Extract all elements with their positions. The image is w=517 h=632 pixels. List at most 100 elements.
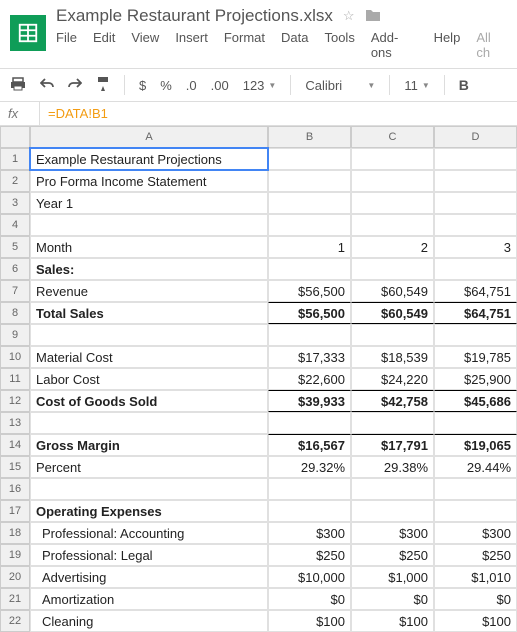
cell[interactable]: $100 — [351, 610, 434, 632]
cell[interactable]: $0 — [434, 588, 517, 610]
row-header[interactable]: 1 — [0, 148, 30, 170]
formula-bar[interactable]: =DATA!B1 — [40, 102, 116, 125]
cell[interactable] — [434, 412, 517, 434]
select-all-corner[interactable] — [0, 126, 30, 148]
row-header[interactable]: 14 — [0, 434, 30, 456]
cell[interactable]: $42,758 — [351, 390, 434, 412]
cell[interactable]: $17,791 — [351, 434, 434, 456]
cell[interactable]: $250 — [434, 544, 517, 566]
cell[interactable] — [434, 192, 517, 214]
cell[interactable]: 3 — [434, 236, 517, 258]
cell[interactable] — [434, 148, 517, 170]
font-size-dropdown[interactable]: 11▼ — [404, 78, 429, 93]
decrease-decimal-button[interactable]: .0 — [186, 78, 197, 93]
cell[interactable]: Amortization — [30, 588, 268, 610]
cell[interactable]: $300 — [351, 522, 434, 544]
cell[interactable]: Example Restaurant Projections — [30, 148, 268, 170]
cell[interactable]: Advertising — [30, 566, 268, 588]
cell[interactable]: 29.44% — [434, 456, 517, 478]
row-header[interactable]: 5 — [0, 236, 30, 258]
cell[interactable]: Total Sales — [30, 302, 268, 324]
cell[interactable]: 29.38% — [351, 456, 434, 478]
cell[interactable] — [351, 500, 434, 522]
cell[interactable] — [268, 258, 351, 280]
cell[interactable]: Sales: — [30, 258, 268, 280]
cell[interactable] — [30, 214, 268, 236]
cell[interactable]: $250 — [268, 544, 351, 566]
cell[interactable] — [268, 170, 351, 192]
currency-button[interactable]: $ — [139, 78, 146, 93]
cell[interactable]: Percent — [30, 456, 268, 478]
row-header[interactable]: 19 — [0, 544, 30, 566]
cell[interactable] — [434, 478, 517, 500]
cell[interactable]: $17,333 — [268, 346, 351, 368]
row-header[interactable]: 15 — [0, 456, 30, 478]
cell[interactable] — [434, 170, 517, 192]
cell[interactable]: $300 — [268, 522, 351, 544]
row-header[interactable]: 13 — [0, 412, 30, 434]
cell[interactable]: 1 — [268, 236, 351, 258]
cell[interactable] — [351, 192, 434, 214]
cell[interactable]: $25,900 — [434, 368, 517, 390]
row-header[interactable]: 12 — [0, 390, 30, 412]
cell[interactable] — [268, 192, 351, 214]
menu-addons[interactable]: Add-ons — [371, 30, 418, 60]
col-header-d[interactable]: D — [434, 126, 517, 148]
cell[interactable]: $16,567 — [268, 434, 351, 456]
cell[interactable]: 29.32% — [268, 456, 351, 478]
increase-decimal-button[interactable]: .00 — [211, 78, 229, 93]
cell[interactable]: Month — [30, 236, 268, 258]
cell[interactable]: Operating Expenses — [30, 500, 268, 522]
cell[interactable] — [351, 214, 434, 236]
paint-format-icon[interactable] — [96, 76, 110, 95]
cell[interactable]: $1,000 — [351, 566, 434, 588]
cell[interactable]: Labor Cost — [30, 368, 268, 390]
cell[interactable]: $19,785 — [434, 346, 517, 368]
cell[interactable] — [434, 500, 517, 522]
star-icon[interactable]: ☆ — [343, 8, 355, 24]
col-header-c[interactable]: C — [351, 126, 434, 148]
row-header[interactable]: 7 — [0, 280, 30, 302]
cell[interactable]: $24,220 — [351, 368, 434, 390]
row-header[interactable]: 10 — [0, 346, 30, 368]
cell[interactable]: $56,500 — [268, 302, 351, 324]
cell[interactable]: $1,010 — [434, 566, 517, 588]
cell[interactable]: $64,751 — [434, 280, 517, 302]
cell[interactable]: Cost of Goods Sold — [30, 390, 268, 412]
undo-icon[interactable] — [40, 78, 54, 93]
cell[interactable] — [434, 324, 517, 346]
menu-all-changes[interactable]: All ch — [476, 30, 507, 60]
cell[interactable] — [30, 324, 268, 346]
row-header[interactable]: 17 — [0, 500, 30, 522]
cell[interactable]: $100 — [434, 610, 517, 632]
document-title[interactable]: Example Restaurant Projections.xlsx — [56, 6, 333, 26]
cell[interactable] — [351, 324, 434, 346]
row-header[interactable]: 6 — [0, 258, 30, 280]
cell[interactable]: 2 — [351, 236, 434, 258]
menu-view[interactable]: View — [131, 30, 159, 60]
cell[interactable] — [434, 258, 517, 280]
cell[interactable] — [268, 324, 351, 346]
cell[interactable]: $60,549 — [351, 302, 434, 324]
cell[interactable] — [268, 412, 351, 434]
redo-icon[interactable] — [68, 78, 82, 93]
row-header[interactable]: 18 — [0, 522, 30, 544]
row-header[interactable]: 8 — [0, 302, 30, 324]
menu-format[interactable]: Format — [224, 30, 265, 60]
cell[interactable] — [434, 214, 517, 236]
row-header[interactable]: 3 — [0, 192, 30, 214]
cell[interactable]: Year 1 — [30, 192, 268, 214]
cell[interactable]: Professional: Legal — [30, 544, 268, 566]
percent-button[interactable]: % — [160, 78, 172, 93]
cell[interactable]: $64,751 — [434, 302, 517, 324]
row-header[interactable]: 4 — [0, 214, 30, 236]
menu-insert[interactable]: Insert — [175, 30, 208, 60]
cell[interactable]: Gross Margin — [30, 434, 268, 456]
row-header[interactable]: 2 — [0, 170, 30, 192]
cell[interactable] — [351, 412, 434, 434]
cell[interactable]: Professional: Accounting — [30, 522, 268, 544]
print-icon[interactable] — [10, 77, 26, 94]
cell[interactable] — [351, 478, 434, 500]
cell[interactable]: $18,539 — [351, 346, 434, 368]
cell[interactable]: $56,500 — [268, 280, 351, 302]
